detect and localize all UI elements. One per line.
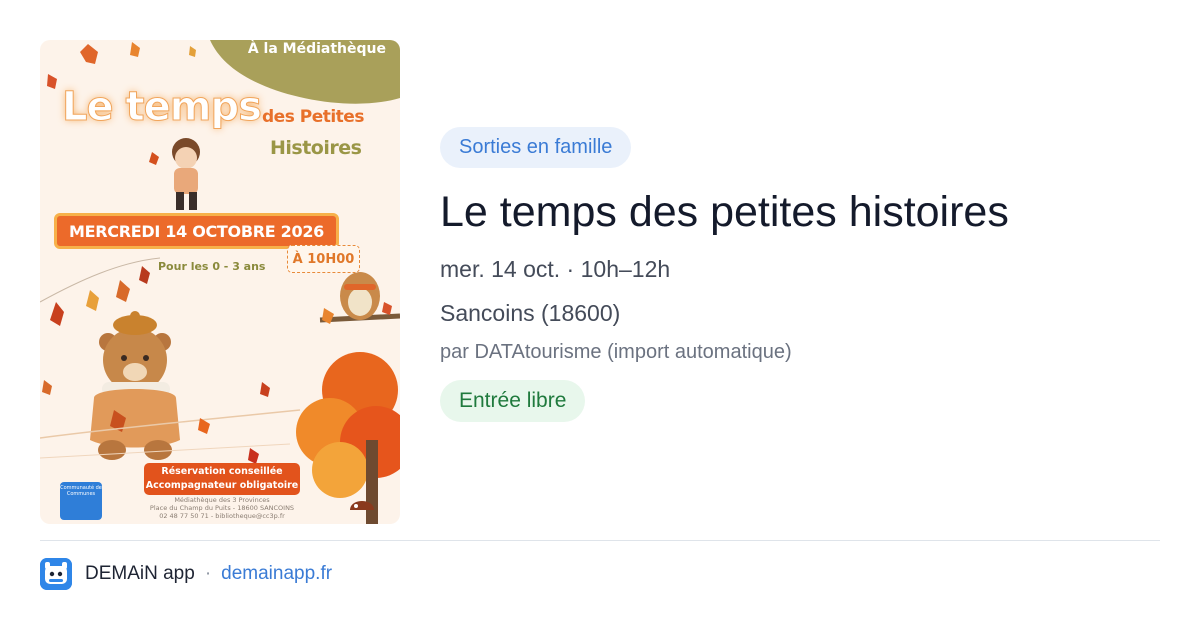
poster-title-line-2: des Petites [262,107,364,127]
footer-divider [40,540,1160,541]
event-datetime: mer. 14 oct. · 10h–12h [440,256,671,282]
event-poster-image: À la Médiathèque Le temps des Petites Hi… [40,40,400,524]
poster-address-line-2: Place du Champ du Puits - 18600 SANCOINS [149,504,295,512]
footer: DEMAiN app · demainapp.fr [40,558,332,590]
poster-date-banner: MERCREDI 14 OCTOBRE 2026 [54,213,339,249]
app-name: DEMAiN app [85,563,195,584]
poster-community-logo: Communauté de Communes [60,482,102,520]
event-details: Sorties en famille Le temps des petites … [440,127,1160,422]
poster-venue: À la Médiathèque [247,41,386,57]
footer-separator: · [204,563,212,584]
poster-reservation-line-2: Accompagnateur obligatoire [145,480,299,491]
event-title: Le temps des petites histoires [440,188,1009,236]
category-tag[interactable]: Sorties en famille [440,127,632,168]
poster-title-line-3: Histoires [270,137,362,159]
price-badge: Entrée libre [440,380,586,422]
event-location: Sancoins (18600) [440,300,621,326]
event-source: par DATAtourisme (import automatique) [440,341,792,363]
poster-logo-text: Communauté de Communes [60,485,102,497]
poster-address: Médiathèque des 3 Provinces Place du Cha… [144,496,300,520]
poster-time: À 10H00 [287,245,360,273]
poster-address-line-3: 02 48 77 50 71 - bibliotheque@cc3p.fr [159,512,285,520]
app-website-link[interactable]: demainapp.fr [221,563,332,585]
poster-address-line-1: Médiathèque des 3 Provinces [174,496,270,504]
poster-reservation-line-1: Réservation conseillée [161,466,283,477]
poster-age-range: Pour les 0 - 3 ans [158,260,266,273]
app-logo-icon [40,558,72,590]
poster-reservation-box: Réservation conseillée Accompagnateur ob… [144,463,300,495]
poster-title-line-1: Le temps [62,84,263,131]
